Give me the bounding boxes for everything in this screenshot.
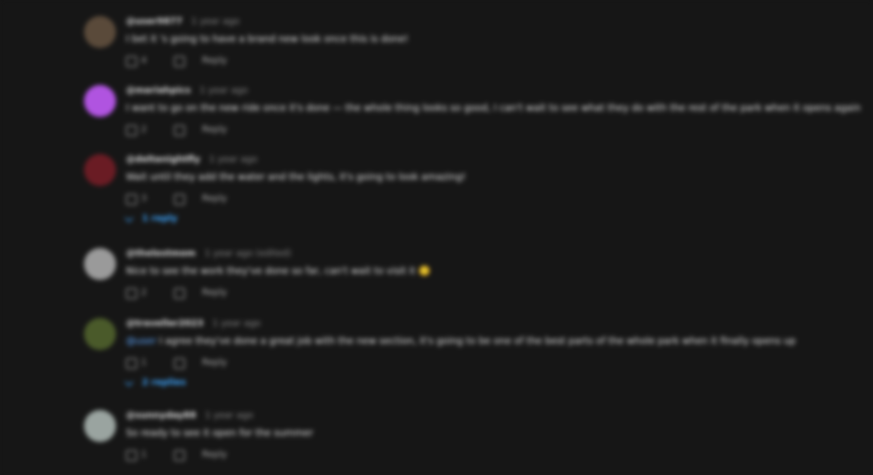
comment-body: @traveller2023 1 year ago @user I agree … xyxy=(124,318,826,389)
reply-label: Reply xyxy=(202,288,227,298)
thumbs-down-icon xyxy=(174,124,185,136)
reply-button[interactable]: Reply xyxy=(200,56,227,66)
reply-label: Reply xyxy=(202,56,227,66)
reply-button[interactable]: Reply xyxy=(200,288,227,298)
comment-body: @mariahpics 1 year ago I want to go on t… xyxy=(126,85,861,136)
comment-body: @sunnyday88 1 year ago So ready to see i… xyxy=(126,410,826,461)
comment-body: @user9877 1 year ago I bet it 's going t… xyxy=(126,16,826,67)
comments-panel: @user9877 1 year ago I bet it 's going t… xyxy=(0,0,873,475)
view-replies-button[interactable]: 1 reply xyxy=(124,213,178,224)
comment-text: @user I agree they've done a great job w… xyxy=(126,335,826,348)
like-button[interactable]: 4 xyxy=(126,55,174,67)
comment-text: I bet it 's going to have a brand new lo… xyxy=(126,34,409,45)
avatar[interactable] xyxy=(84,154,116,186)
comment-body: @thelostmom 1 year ago (edited) Nice to … xyxy=(126,248,826,299)
thumbs-up-icon xyxy=(126,55,137,67)
thumbs-up-icon xyxy=(126,193,137,205)
comment-actions: 3 Reply xyxy=(126,193,826,205)
comment-actions: 1 Reply xyxy=(126,357,826,369)
comment-header: @user9877 1 year ago xyxy=(126,16,826,28)
avatar[interactable] xyxy=(84,85,116,117)
thumbs-up-icon xyxy=(126,449,137,461)
thumbs-up-icon xyxy=(126,287,137,299)
thumbs-down-icon xyxy=(174,357,185,369)
dislike-button[interactable] xyxy=(174,193,200,205)
like-button[interactable]: 2 xyxy=(126,287,174,299)
avatar[interactable] xyxy=(84,248,116,280)
author-name[interactable]: @deltanightfly xyxy=(126,155,200,165)
comment-time[interactable]: 1 year ago xyxy=(200,86,248,96)
reply-label: Reply xyxy=(202,358,227,368)
like-count: 2 xyxy=(141,125,147,135)
comment-actions: 2 Reply xyxy=(126,124,826,136)
like-count: 1 xyxy=(141,450,147,460)
comment-time[interactable]: 1 year ago xyxy=(212,319,260,329)
comment-text-body: I agree they've done a great job with th… xyxy=(156,336,796,347)
author-name[interactable]: @user9877 xyxy=(126,17,182,27)
author-name[interactable]: @traveller2023 xyxy=(126,319,204,329)
dislike-button[interactable] xyxy=(174,449,200,461)
comment-time[interactable]: 1 year ago xyxy=(191,17,239,27)
comment-actions: 4 Reply xyxy=(126,55,826,67)
reply-label: Reply xyxy=(202,450,227,460)
comment-time[interactable]: 1 year ago xyxy=(209,155,257,165)
like-count: 2 xyxy=(141,288,147,298)
author-name[interactable]: @thelostmom xyxy=(126,249,196,259)
reply-button[interactable]: Reply xyxy=(200,358,227,368)
mention-link[interactable]: @user xyxy=(126,336,156,347)
thumbs-down-icon xyxy=(174,287,185,299)
reply-label: Reply xyxy=(202,194,227,204)
thumbs-up-icon xyxy=(126,357,137,369)
dislike-button[interactable] xyxy=(174,357,200,369)
dislike-button[interactable] xyxy=(174,124,200,136)
like-button[interactable]: 1 xyxy=(126,449,174,461)
comment-time[interactable]: 1 year ago (edited) xyxy=(205,249,292,259)
comment-text: Wait until they add the water and the li… xyxy=(126,172,466,183)
like-count: 4 xyxy=(141,56,147,66)
thumbs-down-icon xyxy=(174,449,185,461)
thumbs-up-icon xyxy=(126,124,137,136)
chevron-down-icon xyxy=(124,377,134,386)
view-replies-button[interactable]: 2 replies xyxy=(124,377,187,388)
comment-time[interactable]: 1 year ago xyxy=(205,411,253,421)
comment-header: @thelostmom 1 year ago (edited) xyxy=(126,248,826,260)
like-button[interactable]: 2 xyxy=(126,124,174,136)
comment-body: @deltanightfly 1 year ago Wait until the… xyxy=(124,154,826,225)
dislike-button[interactable] xyxy=(174,55,200,67)
comment-header: @sunnyday88 1 year ago xyxy=(126,410,826,422)
thumbs-down-icon xyxy=(174,55,185,67)
replies-label: 1 reply xyxy=(142,214,178,224)
reply-label: Reply xyxy=(202,125,227,135)
like-button[interactable]: 1 xyxy=(126,357,174,369)
comment-text: I want to go on the new ride once it's d… xyxy=(126,103,861,114)
author-name[interactable]: @mariahpics xyxy=(126,86,191,96)
reply-button[interactable]: Reply xyxy=(200,450,227,460)
like-button[interactable]: 3 xyxy=(126,193,174,205)
thumbs-down-icon xyxy=(174,193,185,205)
replies-label: 2 replies xyxy=(142,378,187,388)
comment-header: @traveller2023 1 year ago xyxy=(126,318,826,330)
reply-button[interactable]: Reply xyxy=(200,194,227,204)
like-count: 3 xyxy=(141,194,147,204)
like-count: 1 xyxy=(141,358,147,368)
avatar[interactable] xyxy=(84,16,116,48)
author-name[interactable]: @sunnyday88 xyxy=(126,411,196,421)
reply-button[interactable]: Reply xyxy=(200,125,227,135)
comment-actions: 2 Reply xyxy=(126,287,826,299)
comment-header: @deltanightfly 1 year ago xyxy=(126,154,826,166)
avatar[interactable] xyxy=(84,318,116,350)
comment-text: Nice to see the work they've done so far… xyxy=(126,266,431,277)
avatar[interactable] xyxy=(84,410,116,442)
comment-text: So ready to see it open for the summer xyxy=(126,428,314,439)
dislike-button[interactable] xyxy=(174,287,200,299)
chevron-down-icon xyxy=(124,213,134,222)
comment-header: @mariahpics 1 year ago xyxy=(126,85,826,97)
comment-actions: 1 Reply xyxy=(126,449,826,461)
